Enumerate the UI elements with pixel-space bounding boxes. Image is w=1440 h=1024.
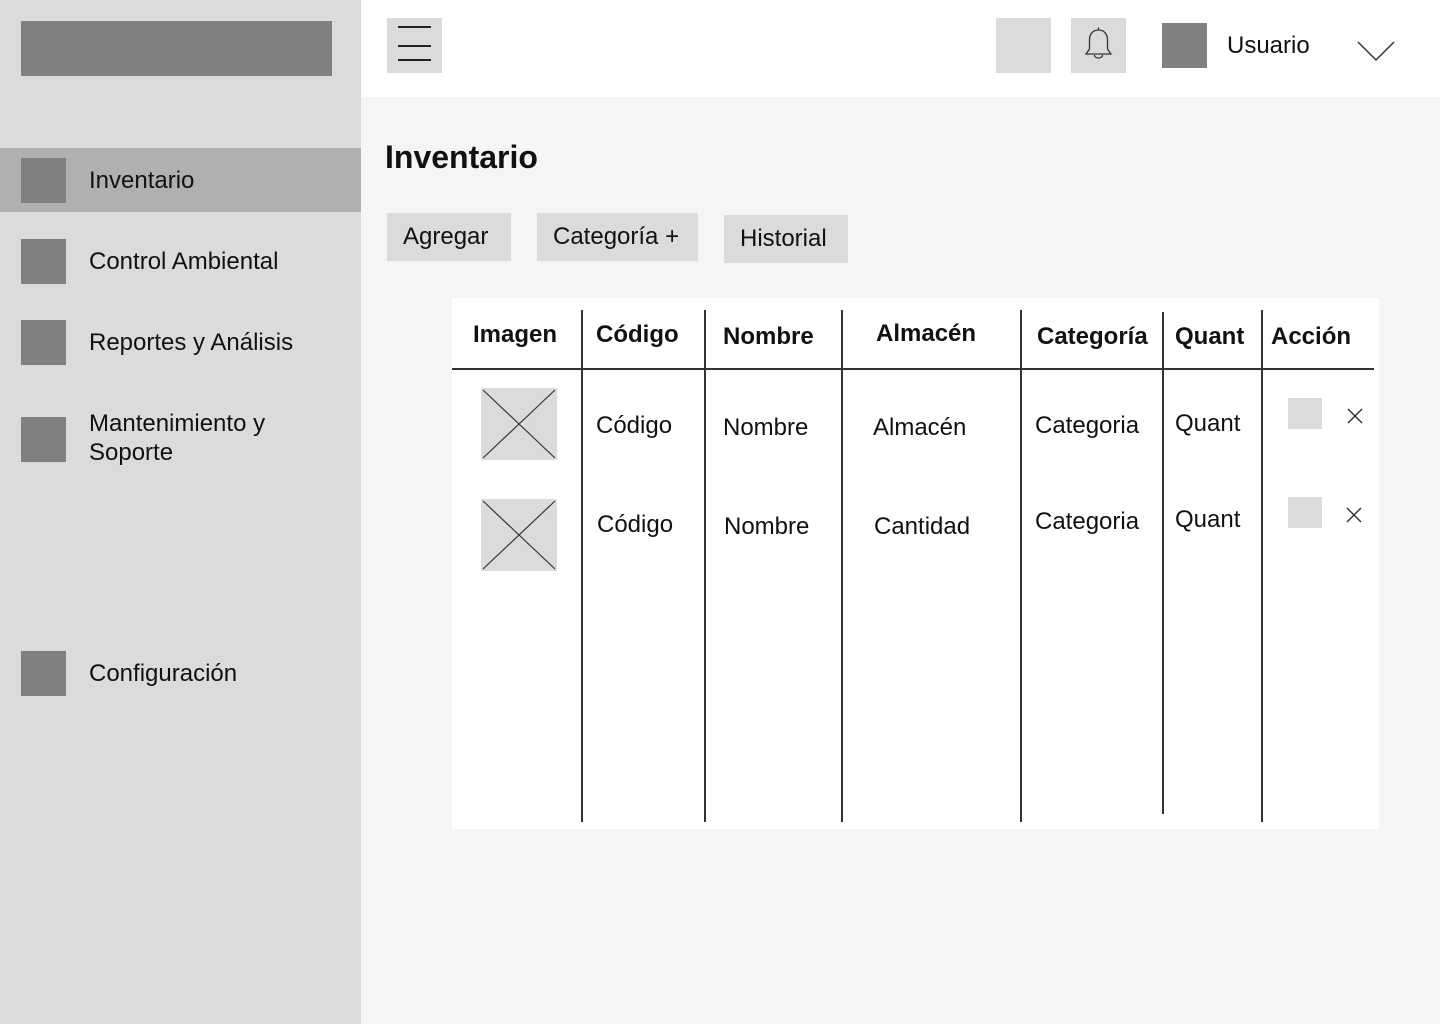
top-header: Usuario (361, 0, 1440, 97)
sidebar-item-control-ambiental[interactable]: Control Ambiental (0, 229, 361, 293)
add-button[interactable]: Agregar (387, 213, 511, 261)
column-header-nombre[interactable]: Nombre (723, 322, 814, 351)
hamburger-icon (398, 26, 431, 28)
configuracion-icon (21, 651, 66, 696)
inventario-icon (21, 158, 66, 203)
sidebar: Inventario Control Ambiental Reportes y … (0, 0, 361, 1024)
column-divider (1162, 312, 1164, 814)
column-divider (1020, 310, 1022, 822)
column-header-almacen[interactable]: Almacén (876, 319, 976, 348)
column-header-imagen[interactable]: Imagen (473, 320, 557, 349)
sidebar-item-label: Control Ambiental (89, 248, 279, 275)
close-icon[interactable] (1346, 407, 1364, 425)
bell-icon (1084, 27, 1113, 59)
edit-button[interactable] (1288, 497, 1322, 528)
column-divider (581, 310, 583, 822)
cell-quant: Quant (1175, 506, 1241, 533)
notifications-button[interactable] (1071, 18, 1126, 73)
cell-codigo: Código (597, 511, 674, 538)
cell-almacen: Cantidad (874, 513, 971, 540)
sidebar-item-mantenimiento[interactable]: Mantenimiento y Soporte (0, 405, 361, 475)
logo[interactable] (21, 21, 332, 76)
sidebar-item-label: Inventario (89, 167, 195, 194)
column-header-categoria[interactable]: Categoría (1037, 322, 1148, 351)
sidebar-item-label: Reportes y Análisis (89, 329, 294, 356)
edit-button[interactable] (1288, 398, 1322, 429)
table-header-divider (452, 368, 1374, 370)
sidebar-item-label: Configuración (89, 660, 238, 687)
mantenimiento-icon (21, 417, 66, 462)
reportes-icon (21, 320, 66, 365)
cell-nombre: Nombre (723, 414, 809, 441)
column-divider (704, 310, 706, 822)
hamburger-menu-button[interactable] (387, 18, 442, 73)
column-header-codigo[interactable]: Código (596, 320, 679, 349)
add-category-button[interactable]: Categoría + (537, 213, 698, 261)
column-header-accion: Acción (1271, 323, 1352, 350)
sidebar-item-inventario[interactable]: Inventario (0, 148, 361, 212)
column-divider (841, 310, 843, 822)
user-name[interactable]: Usuario (1227, 31, 1310, 60)
column-header-quant[interactable]: Quant (1175, 322, 1244, 351)
history-button[interactable]: Historial (724, 215, 848, 263)
inventory-table: Imagen Código Nombre Almacén Categoría Q… (452, 298, 1379, 829)
sidebar-item-configuracion[interactable]: Configuración (0, 641, 361, 705)
cell-categoria: Categoria (1035, 412, 1140, 439)
sidebar-item-label: Mantenimiento y Soporte (89, 410, 266, 466)
header-action-button[interactable] (996, 18, 1051, 73)
cell-almacen: Almacén (873, 414, 967, 441)
image-placeholder-icon (481, 499, 557, 571)
cell-quant: Quant (1175, 410, 1241, 437)
image-placeholder-icon (481, 388, 557, 460)
column-divider (1261, 310, 1263, 822)
avatar[interactable] (1162, 23, 1207, 68)
cell-codigo: Código (596, 412, 673, 439)
cell-categoria: Categoria (1035, 508, 1140, 535)
chevron-down-icon[interactable] (1357, 40, 1395, 62)
cell-nombre: Nombre (724, 513, 810, 540)
sidebar-item-reportes[interactable]: Reportes y Análisis (0, 310, 361, 374)
control-ambiental-icon (21, 239, 66, 284)
close-icon[interactable] (1345, 506, 1363, 524)
page-title: Inventario (385, 139, 538, 175)
